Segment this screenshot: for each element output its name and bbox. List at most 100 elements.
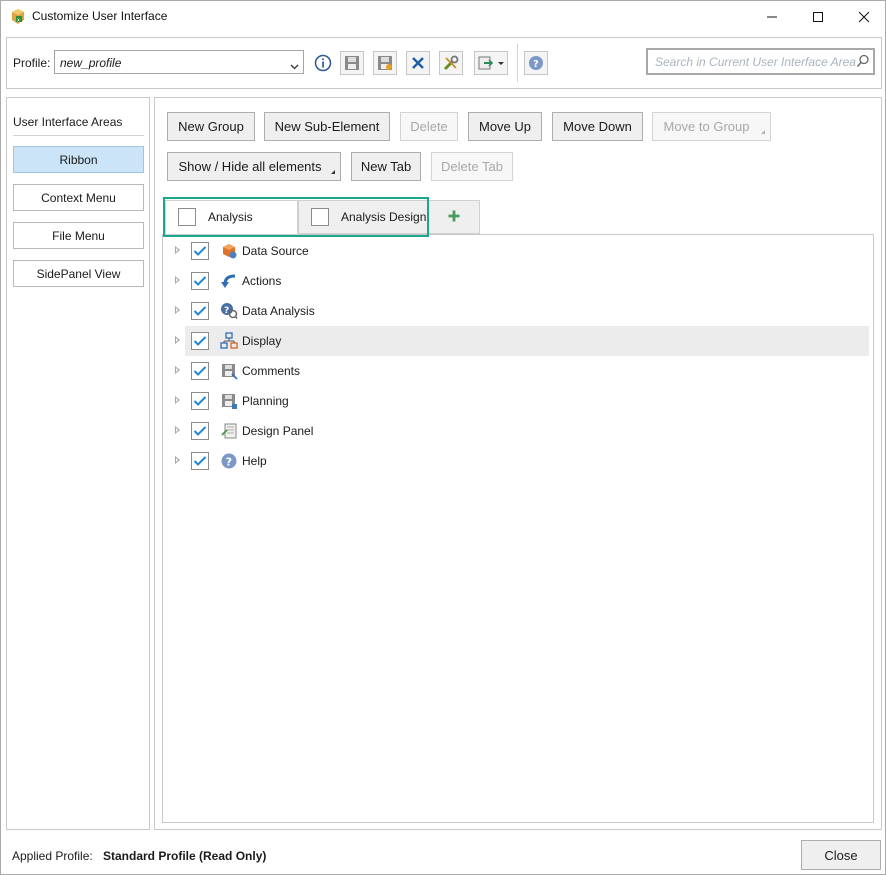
- tree-item-checkbox[interactable]: [191, 242, 209, 260]
- applied-profile-label: Applied Profile:: [12, 849, 93, 863]
- add-tab-button[interactable]: [428, 200, 480, 234]
- tree-item-checkbox[interactable]: [191, 452, 209, 470]
- tree-item-checkbox[interactable]: [191, 302, 209, 320]
- search-placeholder: Search in Current User Interface Area: [655, 55, 856, 69]
- svg-text:?: ?: [224, 306, 229, 316]
- customize-ui-icon: x: [10, 8, 26, 25]
- tree-item-label: Actions: [242, 274, 282, 288]
- profile-label: Profile:: [13, 56, 51, 70]
- tree-item[interactable]: Display: [175, 326, 869, 356]
- new-group-button[interactable]: New Group: [167, 112, 255, 141]
- svg-text:?: ?: [533, 59, 539, 70]
- divider: [13, 135, 144, 136]
- svg-text:?: ?: [226, 456, 232, 469]
- expand-arrow-icon[interactable]: [175, 306, 180, 314]
- tree-item-checkbox[interactable]: [191, 422, 209, 440]
- expand-arrow-icon[interactable]: [175, 456, 180, 464]
- chevron-down-icon: [290, 58, 299, 73]
- profile-select[interactable]: new_profile: [54, 50, 304, 74]
- comments-icon: [220, 362, 238, 380]
- tree-item-checkbox[interactable]: [191, 272, 209, 290]
- save-icon[interactable]: [340, 51, 364, 75]
- tree-item-checkbox[interactable]: [191, 332, 209, 350]
- move-to-group-label: Move to Group: [663, 119, 750, 134]
- delete-icon[interactable]: [406, 51, 430, 75]
- area-file-menu-button[interactable]: File Menu: [13, 222, 144, 249]
- add-tab-icon: [448, 210, 460, 225]
- tree-item-label: Comments: [242, 364, 301, 378]
- tree-item-label: Data Analysis: [242, 304, 315, 318]
- data-analysis-icon: ?: [220, 302, 238, 320]
- data-source-icon: [220, 242, 238, 260]
- move-down-button[interactable]: Move Down: [552, 112, 643, 141]
- profile-value: new_profile: [60, 56, 122, 70]
- search-input[interactable]: Search in Current User Interface Area: [646, 48, 875, 75]
- close-button[interactable]: Close: [801, 840, 881, 870]
- tree-item[interactable]: ? Help: [175, 446, 869, 476]
- show-hide-label: Show / Hide all elements: [178, 159, 322, 174]
- window-title: Customize User Interface: [32, 9, 168, 23]
- tab-label: Analysis Design: [341, 210, 427, 224]
- tree-item[interactable]: Actions: [175, 266, 869, 296]
- expand-arrow-icon[interactable]: [175, 336, 180, 344]
- tree-item-label: Help: [242, 454, 267, 468]
- tree-item-label: Planning: [242, 394, 289, 408]
- ui-areas-title: User Interface Areas: [13, 115, 123, 129]
- move-to-group-button[interactable]: Move to Group: [652, 112, 771, 141]
- applied-profile-value: Standard Profile (Read Only): [103, 849, 267, 863]
- import-export-icon[interactable]: [474, 51, 508, 75]
- design-panel-icon: [220, 422, 238, 440]
- maximize-icon[interactable]: [795, 1, 841, 32]
- svg-text:x: x: [17, 18, 20, 24]
- new-tab-button[interactable]: New Tab: [351, 152, 421, 181]
- tab-analysis-checkbox[interactable]: [178, 208, 196, 226]
- display-icon: [220, 332, 238, 350]
- area-ribbon-button[interactable]: Ribbon: [13, 146, 144, 173]
- help-icon[interactable]: ?: [524, 51, 548, 75]
- close-icon[interactable]: [841, 1, 886, 32]
- actions-icon: [220, 272, 238, 290]
- tab-label: Analysis: [208, 210, 253, 224]
- expand-arrow-icon[interactable]: [175, 396, 180, 404]
- dropdown-indicator-icon: [331, 170, 335, 174]
- save-as-icon[interactable]: [373, 51, 397, 75]
- area-context-menu-button[interactable]: Context Menu: [13, 184, 144, 211]
- help-icon: ?: [220, 452, 238, 470]
- expand-arrow-icon[interactable]: [175, 426, 180, 434]
- area-sidepanel-view-button[interactable]: SidePanel View: [13, 260, 144, 287]
- toolbar-separator: [517, 44, 518, 82]
- move-up-button[interactable]: Move Up: [468, 112, 542, 141]
- customize-ui-window: x Customize User Interface Profile: new_…: [0, 0, 886, 875]
- show-hide-all-button[interactable]: Show / Hide all elements: [167, 152, 341, 181]
- tab-analysis-design-checkbox[interactable]: [311, 208, 329, 226]
- tree-item[interactable]: ? Data Analysis: [175, 296, 869, 326]
- expand-arrow-icon[interactable]: [175, 366, 180, 374]
- delete-tab-button[interactable]: Delete Tab: [431, 152, 513, 181]
- minimize-icon[interactable]: [749, 1, 795, 32]
- search-icon[interactable]: [856, 54, 870, 71]
- ribbon-tree: Data Source Actions ? Data Analysis Disp…: [162, 234, 874, 823]
- tree-item-label: Design Panel: [242, 424, 314, 438]
- tree-item[interactable]: Design Panel: [175, 416, 869, 446]
- expand-arrow-icon[interactable]: [175, 276, 180, 284]
- tab-analysis[interactable]: Analysis: [165, 200, 298, 234]
- tree-item[interactable]: Comments: [175, 356, 869, 386]
- ribbon-editor-panel: New Group New Sub-Element Delete Move Up…: [154, 97, 882, 830]
- tree-item-label: Display: [242, 334, 282, 348]
- tab-analysis-design[interactable]: Analysis Design: [298, 200, 428, 234]
- delete-button[interactable]: Delete: [400, 112, 458, 141]
- ui-areas-panel: User Interface Areas Ribbon Context Menu…: [6, 97, 150, 830]
- planning-icon: [220, 392, 238, 410]
- tree-item[interactable]: Data Source: [175, 236, 869, 266]
- tree-item-checkbox[interactable]: [191, 392, 209, 410]
- tree-item-checkbox[interactable]: [191, 362, 209, 380]
- tools-icon[interactable]: [439, 51, 463, 75]
- new-sub-element-button[interactable]: New Sub-Element: [264, 112, 390, 141]
- tree-item[interactable]: Planning: [175, 386, 869, 416]
- tree-item-label: Data Source: [242, 244, 309, 258]
- dropdown-indicator-icon: [761, 130, 765, 134]
- profile-toolbar: Profile: new_profile ? Search in Current…: [6, 37, 882, 89]
- info-icon[interactable]: [311, 51, 335, 75]
- expand-arrow-icon[interactable]: [175, 246, 180, 254]
- title-bar: x Customize User Interface: [1, 1, 885, 32]
